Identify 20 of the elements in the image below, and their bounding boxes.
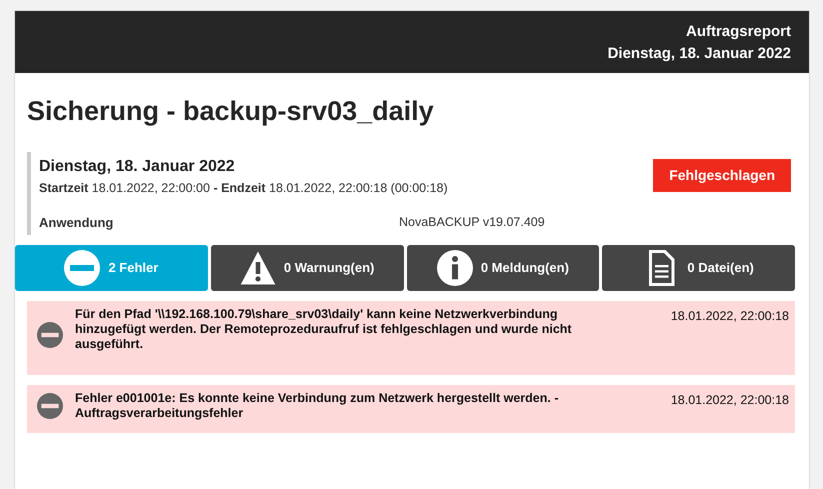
info-icon	[436, 250, 473, 286]
application-label: Anwendung	[39, 214, 114, 232]
message-time: 18.01.2022, 22:00:18	[670, 308, 789, 325]
report-title: Auftragsreport	[684, 22, 791, 42]
application-value: NovaBACKUP v19.07.409	[399, 214, 545, 232]
stop-icon	[64, 250, 100, 286]
tab[interactable]: 0 Datei(en)	[602, 244, 795, 291]
tab[interactable]: 0 Meldung(en)	[406, 244, 600, 291]
message-text: Für den Pfad '\\192.168.100.79\share_srv03\daily' kann keine Netzwerkverbindung hinzugefügt werden. Der Remoteprozeduraufruf ist fehlgeschlagen und wurde nicht ausgeführt.	[75, 306, 573, 353]
job-times: Startzeit 18.01.2022, 22:00:00 - Endzeit 18.01.2022, 22:00:18 (00:00:18)	[39, 180, 448, 197]
message-text: Fehler e001001e: Es konnte keine Verbindung zum Netzwerk hergestellt werden. - Auftragsverarbeitungsfehler	[75, 390, 560, 421]
tab[interactable]: 0 Warnung(en)	[210, 244, 404, 291]
stop-icon	[37, 322, 63, 348]
report-date: Dienstag, 18. Januar 2022	[606, 44, 791, 64]
stop-icon	[37, 392, 63, 419]
status-label: Fehlgeschlagen	[653, 159, 791, 192]
warning-icon	[240, 250, 276, 286]
message-time: 18.01.2022, 22:00:18	[670, 392, 789, 409]
job-date: Dienstag, 18. Januar 2022	[39, 156, 236, 176]
job-title: Sicherung - backup-srv03_daily	[27, 95, 435, 128]
